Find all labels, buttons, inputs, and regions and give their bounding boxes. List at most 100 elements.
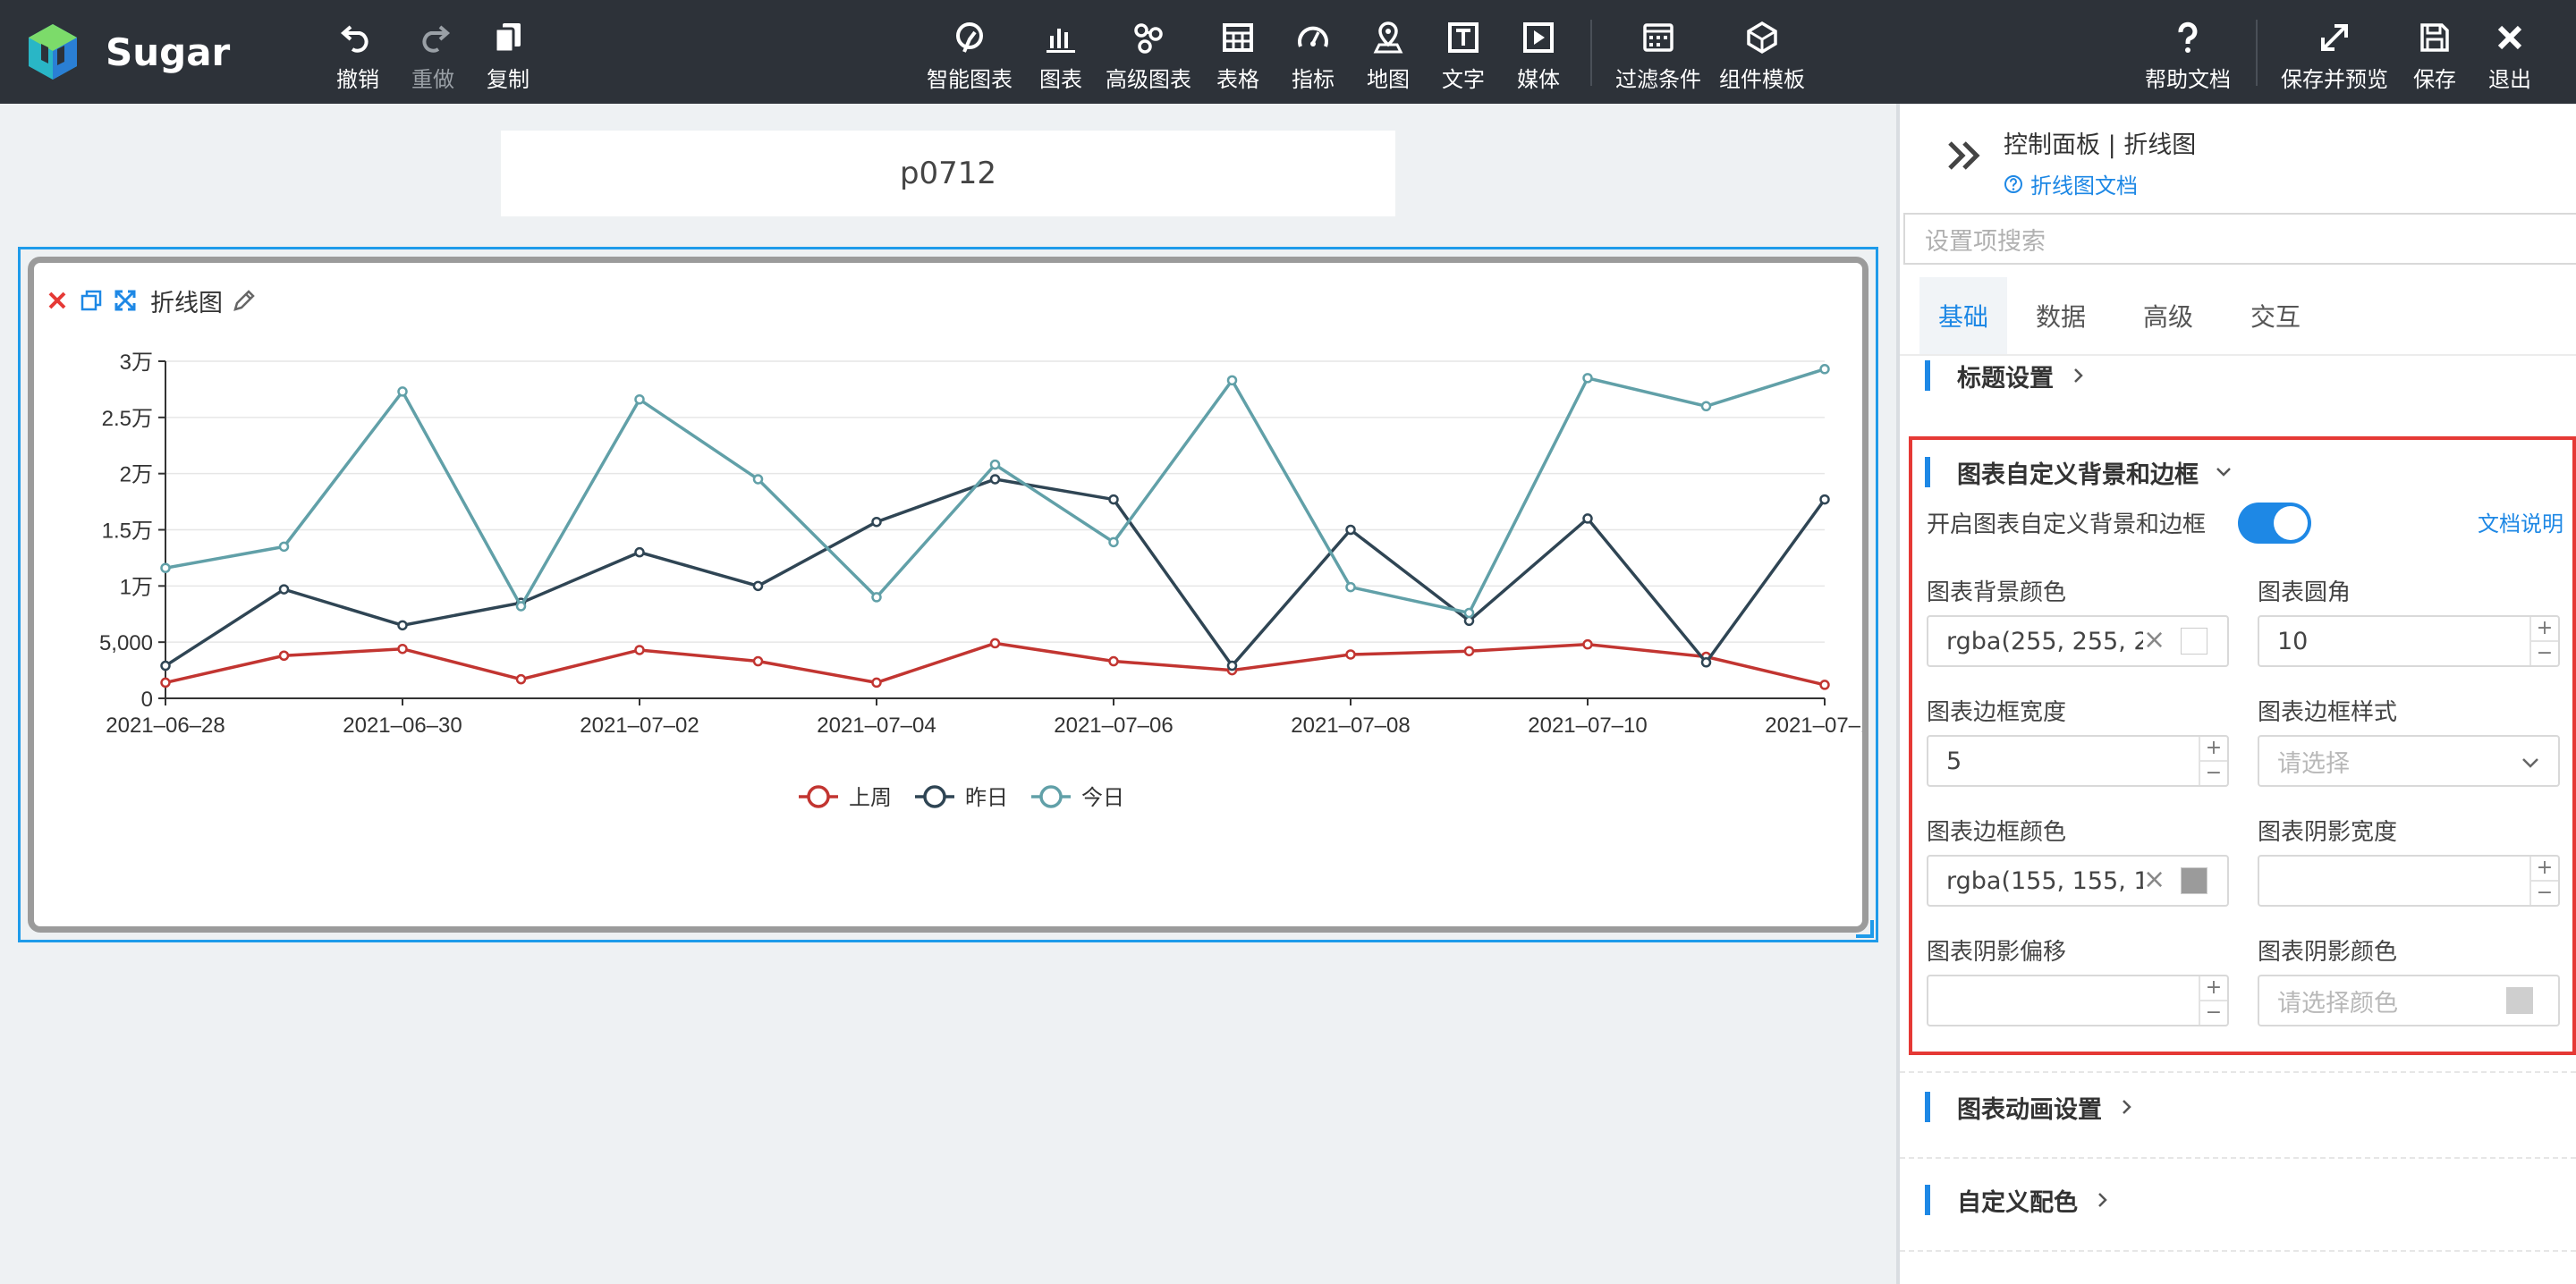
help-icon: [2178, 21, 2198, 53]
shadow-color-label: 图表阴影颜色: [2258, 939, 2398, 966]
brand-name: Sugar: [106, 30, 231, 74]
color-swatch[interactable]: [2181, 628, 2207, 655]
map-button[interactable]: 地图: [1367, 18, 1410, 93]
tab-basic[interactable]: 基础: [1919, 277, 2007, 354]
x-tick-label: 2021–07–04: [817, 714, 936, 738]
media-icon: [1523, 21, 1554, 53]
redo-button[interactable]: 重做: [411, 18, 454, 93]
x-tick-label: 2021–07–12: [1765, 714, 1862, 738]
exit-button[interactable]: 退出: [2488, 18, 2531, 93]
shadow-offset-stepper[interactable]: + −: [2199, 976, 2227, 1025]
table-button[interactable]: 表格: [1216, 18, 1259, 93]
tab-interaction[interactable]: 交互: [2222, 277, 2329, 354]
filter-button[interactable]: 过滤条件: [1615, 18, 1701, 93]
chevron-right-icon: [2098, 1193, 2107, 1207]
border-style-label: 图表边框样式: [2258, 699, 2398, 726]
undo-icon: [340, 24, 369, 53]
data-point: [1819, 364, 1830, 375]
advanced-chart-button[interactable]: 高级图表: [1106, 18, 1191, 93]
text-button[interactable]: 文字: [1442, 18, 1485, 93]
chart-widget-selection[interactable]: 0 5,000 1万 1.5万 2万 2.5万 3万 2021–06–28 2021–06–30…: [18, 247, 1878, 942]
resize-handle[interactable]: [1856, 920, 1874, 938]
media-button[interactable]: 媒体: [1517, 18, 1560, 93]
legend-label: 今日: [1081, 785, 1124, 810]
top-toolbar: Sugar 撤销 重做 复制 智能图表 图表 高级图表 表格 指标 地图 文字: [0, 0, 2576, 104]
smart-chart-button[interactable]: 智能图表: [927, 18, 1013, 93]
toolbar-divider: [2256, 20, 2258, 86]
data-point: [634, 393, 645, 405]
data-point: [752, 474, 764, 485]
help-circle-icon: [2004, 174, 2022, 193]
shadow-offset-input[interactable]: + −: [1927, 975, 2229, 1026]
data-point: [752, 580, 764, 592]
y-tick-label: 2.5万: [102, 407, 153, 431]
double-chevron-right-icon[interactable]: [1945, 136, 1984, 175]
doc-explain-link[interactable]: 文档说明: [2478, 506, 2563, 537]
copy-button[interactable]: 复制: [487, 18, 530, 93]
chart-button[interactable]: 图表: [1039, 18, 1082, 93]
y-tick-label: 0: [141, 688, 153, 712]
data-point: [1345, 524, 1356, 536]
data-point: [1345, 649, 1356, 660]
enable-bg-border-toggle[interactable]: [2238, 503, 2311, 544]
save-button[interactable]: 保存: [2413, 18, 2456, 93]
color-swatch[interactable]: [2506, 987, 2533, 1014]
enable-bg-border-label: 开启图表自定义背景和边框: [1927, 511, 2207, 538]
clear-icon[interactable]: ×: [2143, 864, 2165, 895]
duplicate-widget-button[interactable]: [77, 286, 106, 315]
help-doc-button[interactable]: 帮助文档: [2145, 18, 2231, 93]
series-line: [165, 477, 1826, 669]
border-style-select[interactable]: 请选择: [2258, 735, 2560, 787]
section-bg-border: 图表自定义背景和边框 开启图表自定义背景和边框 文档说明 图表背景颜色 图表圆角…: [1909, 436, 2576, 1055]
panel-title: 控制面板 | 折线图: [2004, 131, 2197, 159]
close-icon: [48, 291, 66, 309]
page-title[interactable]: p0712: [501, 131, 1395, 216]
section-custom-palette[interactable]: 自定义配色: [1925, 1180, 2112, 1220]
redo-icon: [422, 24, 451, 53]
undo-button[interactable]: 撤销: [336, 18, 379, 93]
shadow-width-stepper[interactable]: + −: [2529, 857, 2558, 905]
border-width-stepper[interactable]: + −: [2199, 737, 2227, 785]
settings-search-input[interactable]: 设置项搜索: [1903, 213, 2576, 265]
tab-data[interactable]: 数据: [2007, 277, 2114, 354]
border-width-input[interactable]: 5 + −: [1927, 735, 2229, 787]
y-tick-label: 1万: [120, 575, 153, 599]
dashboard-canvas: p0712 0 5,000 1万 1.5万 2万 2.5万 3万 2021–06–28 2021…: [0, 104, 1896, 1284]
radius-input[interactable]: 10 + −: [2258, 615, 2560, 667]
indicator-button[interactable]: 指标: [1292, 18, 1335, 93]
color-swatch[interactable]: [2181, 867, 2207, 894]
close-icon: [2497, 25, 2522, 49]
toolbar-divider: [1590, 20, 1592, 86]
clear-icon[interactable]: ×: [2143, 624, 2165, 655]
data-point: [160, 677, 171, 688]
data-point: [397, 620, 408, 631]
tab-advanced[interactable]: 高级: [2114, 277, 2222, 354]
data-point: [634, 645, 645, 655]
shadow-width-input[interactable]: + −: [2258, 855, 2560, 907]
data-point: [871, 592, 882, 603]
edit-widget-button[interactable]: [230, 286, 258, 315]
data-point: [989, 638, 1001, 649]
chart-widget[interactable]: 0 5,000 1万 1.5万 2万 2.5万 3万 2021–06–28 2021–06–30…: [28, 257, 1868, 933]
section-animation[interactable]: 图表动画设置: [1925, 1087, 2136, 1127]
shadow-offset-label: 图表阴影偏移: [1927, 939, 2067, 966]
y-tick-label: 1.5万: [102, 520, 153, 544]
radius-stepper[interactable]: + −: [2529, 617, 2558, 665]
bg-color-input[interactable]: rgba(255, 255, 255, 1) ×: [1927, 615, 2229, 667]
bar-chart-icon: [1046, 28, 1075, 53]
fullscreen-widget-button[interactable]: [111, 286, 140, 315]
border-color-input[interactable]: rgba(155, 155, 155, 1) ×: [1927, 855, 2229, 907]
section-bg-border-header[interactable]: 图表自定义背景和边框: [1925, 452, 2233, 492]
section-title-settings[interactable]: 标题设置: [1925, 356, 2088, 395]
component-template-button[interactable]: 组件模板: [1719, 18, 1805, 93]
line-chart-doc-link[interactable]: 折线图文档: [2004, 168, 2138, 199]
x-tick-label: 2021–07–02: [580, 714, 699, 738]
legend-marker: [923, 785, 946, 808]
legend-marker: [1039, 785, 1063, 808]
save-preview-button[interactable]: 保存并预览: [2281, 18, 2388, 93]
radius-label: 图表圆角: [2258, 579, 2351, 606]
data-point: [1226, 375, 1238, 386]
shadow-width-label: 图表阴影宽度: [2258, 819, 2398, 846]
delete-widget-button[interactable]: [43, 286, 72, 315]
shadow-color-input[interactable]: 请选择颜色: [2258, 975, 2560, 1026]
